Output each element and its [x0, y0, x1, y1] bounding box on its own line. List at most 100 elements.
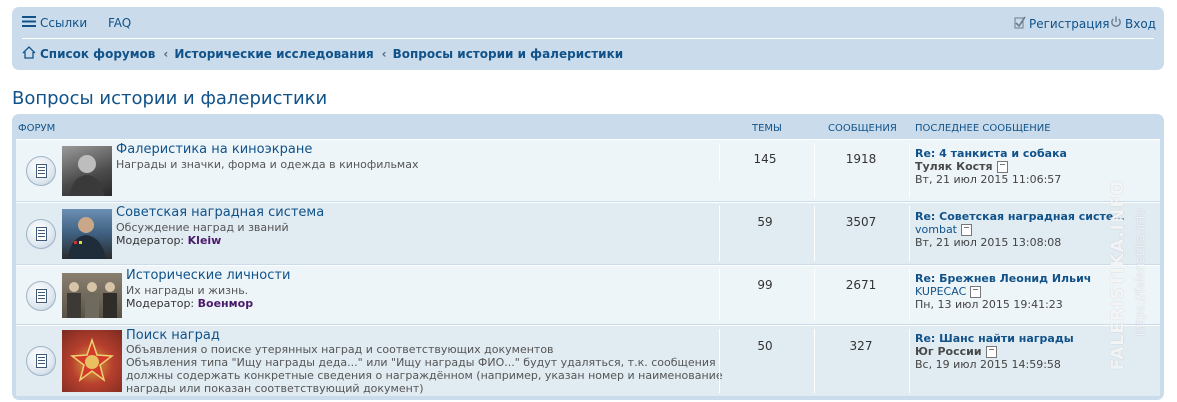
- last-post-date: Пн, 13 июл 2015 19:41:23: [915, 298, 1063, 311]
- cell-divider: [719, 143, 720, 180]
- navbar: Ссылки FAQ Регистрация Вход Список форум…: [12, 7, 1164, 70]
- forum-moderator: Модератор: Kleiw: [116, 234, 221, 247]
- hamburger-icon: [22, 16, 36, 30]
- last-post-cell: Re: Брежнев Леонид Ильич KUPECAC Пн, 13 …: [915, 272, 1150, 311]
- home-icon: [22, 46, 36, 62]
- breadcrumb-separator: ‹: [163, 47, 169, 61]
- register-icon: [1012, 16, 1026, 32]
- last-post-author-name[interactable]: vombat: [915, 223, 957, 236]
- cell-divider: [909, 206, 910, 261]
- topics-count: 50: [757, 339, 773, 353]
- forum-row: Поиск наград Объявления о поиске утерянн…: [16, 325, 1160, 396]
- forum-list: ФОРУМ ТЕМЫ СООБЩЕНИЯ ПОСЛЕДНЕЕ СООБЩЕНИЕ…: [12, 114, 1164, 400]
- last-post-author: Туляк Костя: [915, 160, 1150, 173]
- last-post-cell: Re: Шанс найти награды Юг России Вс, 19 …: [915, 332, 1150, 371]
- cell-divider: [719, 206, 720, 261]
- moderator-name-link[interactable]: Военмор: [198, 297, 253, 310]
- nav-divider: [22, 38, 1154, 39]
- forum-title-link[interactable]: Советская наградная система: [116, 205, 324, 220]
- cell-divider: [719, 269, 720, 321]
- goto-post-icon[interactable]: [996, 160, 1008, 173]
- forum-description: Обсуждение наград и званий: [116, 221, 289, 234]
- register-link[interactable]: Регистрация: [1012, 16, 1109, 32]
- faq-link[interactable]: FAQ: [108, 16, 131, 30]
- nav-top: Ссылки FAQ Регистрация Вход: [22, 16, 1156, 34]
- forum-description-line: награды или показан соответствующий доку…: [126, 382, 424, 395]
- forum-thumbnail-image: [62, 209, 112, 259]
- breadcrumb-separator: ‹: [381, 47, 387, 61]
- forum-moderator: Модератор: Военмор: [126, 297, 253, 310]
- last-post-author: Юг России: [915, 345, 1150, 358]
- topics-count: 99: [757, 278, 773, 292]
- last-post-title-link[interactable]: Re: Советская наградная систе…: [915, 210, 1150, 223]
- page-title[interactable]: Вопросы истории и фалеристики: [12, 88, 327, 109]
- forum-thumbnail-image: [62, 273, 122, 318]
- last-post-author: KUPECAC: [915, 285, 1150, 298]
- forum-unread-icon[interactable]: [26, 219, 56, 249]
- forum-unread-icon[interactable]: [26, 281, 56, 311]
- last-post-title-link[interactable]: Re: 4 танкиста и собака: [915, 147, 1150, 160]
- last-post-title-link[interactable]: Re: Шанс найти награды: [915, 332, 1150, 345]
- moderator-label: Модератор:: [116, 234, 185, 247]
- forum-title-link[interactable]: Исторические личности: [126, 268, 290, 283]
- last-post-date: Вт, 21 июл 2015 11:06:57: [915, 173, 1062, 186]
- last-post-author-name[interactable]: Юг России: [915, 345, 982, 358]
- last-post-date: Вс, 19 июл 2015 14:59:58: [915, 358, 1061, 371]
- forum-thumbnail-image: [62, 330, 122, 392]
- cell-divider: [814, 269, 815, 321]
- cell-divider: [909, 143, 910, 198]
- forum-description-line: Объявления типа "Ищу награды деда..." ил…: [126, 356, 716, 369]
- last-post-author-name[interactable]: KUPECAC: [915, 285, 966, 298]
- links-menu-button[interactable]: Ссылки: [22, 16, 87, 30]
- header-last-post: ПОСЛЕДНЕЕ СООБЩЕНИЕ: [915, 123, 1051, 134]
- posts-count: 2671: [845, 278, 877, 292]
- last-post-author-name[interactable]: Туляк Костя: [915, 160, 993, 173]
- posts-count: 327: [849, 339, 873, 353]
- login-link[interactable]: Вход: [1110, 16, 1156, 31]
- power-icon: [1110, 16, 1122, 31]
- cell-divider: [814, 143, 815, 198]
- forum-description-line: Объявления о поиске утерянных наград и с…: [126, 343, 554, 356]
- cell-divider: [719, 329, 720, 393]
- last-post-date: Вт, 21 июл 2015 13:08:08: [915, 236, 1062, 249]
- breadcrumb: Список форумов ‹ Исторические исследован…: [22, 46, 623, 62]
- goto-post-icon[interactable]: [970, 285, 982, 298]
- forum-description-line: должны содержать конкретные сведения о н…: [126, 369, 723, 382]
- cell-divider: [909, 269, 910, 321]
- forum-thumbnail-image: [62, 146, 112, 196]
- header-forum: ФОРУМ: [18, 123, 56, 134]
- forum-list-header: ФОРУМ ТЕМЫ СООБЩЕНИЯ ПОСЛЕДНЕЕ СООБЩЕНИЕ: [12, 114, 1164, 139]
- forum-title-link[interactable]: Фалеристика на киноэкране: [116, 142, 312, 157]
- forum-unread-icon[interactable]: [26, 156, 56, 186]
- topics-count: 59: [757, 215, 773, 229]
- goto-post-icon[interactable]: [985, 345, 997, 358]
- cell-divider: [814, 329, 815, 393]
- forum-unread-icon[interactable]: [26, 346, 56, 376]
- goto-post-icon[interactable]: [961, 223, 972, 236]
- last-post-cell: Re: Советская наградная систе… vombat Вт…: [915, 210, 1150, 249]
- forum-row: Фалеристика на киноэкране Награды и знач…: [16, 139, 1160, 201]
- header-posts: СООБЩЕНИЯ: [828, 123, 897, 134]
- login-label: Вход: [1125, 16, 1156, 31]
- links-label: Ссылки: [40, 16, 88, 30]
- forum-description: Награды и значки, форма и одежда в киноф…: [116, 158, 419, 171]
- header-topics: ТЕМЫ: [752, 123, 782, 134]
- posts-count: 1918: [845, 152, 877, 166]
- moderator-label: Модератор:: [126, 297, 195, 310]
- forum-title-link[interactable]: Поиск наград: [126, 328, 220, 343]
- breadcrumb-current-forum[interactable]: Вопросы истории и фалеристики: [393, 47, 624, 61]
- register-label: Регистрация: [1029, 17, 1110, 31]
- breadcrumb-historical-research[interactable]: Исторические исследования: [174, 47, 373, 61]
- last-post-cell: Re: 4 танкиста и собака Туляк Костя Вт, …: [915, 147, 1150, 186]
- forum-row: Советская наградная система Обсуждение н…: [16, 202, 1160, 264]
- forum-description: Их награды и жизнь.: [126, 284, 249, 297]
- last-post-title-link[interactable]: Re: Брежнев Леонид Ильич: [915, 272, 1150, 285]
- moderator-name-link[interactable]: Kleiw: [188, 234, 222, 247]
- last-post-author: vombat: [915, 223, 1150, 236]
- cell-divider: [814, 206, 815, 261]
- topics-count: 145: [753, 152, 777, 166]
- forum-row: Исторические личности Их награды и жизнь…: [16, 265, 1160, 324]
- breadcrumb-forum-index[interactable]: Список форумов: [40, 47, 155, 61]
- posts-count: 3507: [845, 215, 877, 229]
- faq-label: FAQ: [108, 16, 132, 30]
